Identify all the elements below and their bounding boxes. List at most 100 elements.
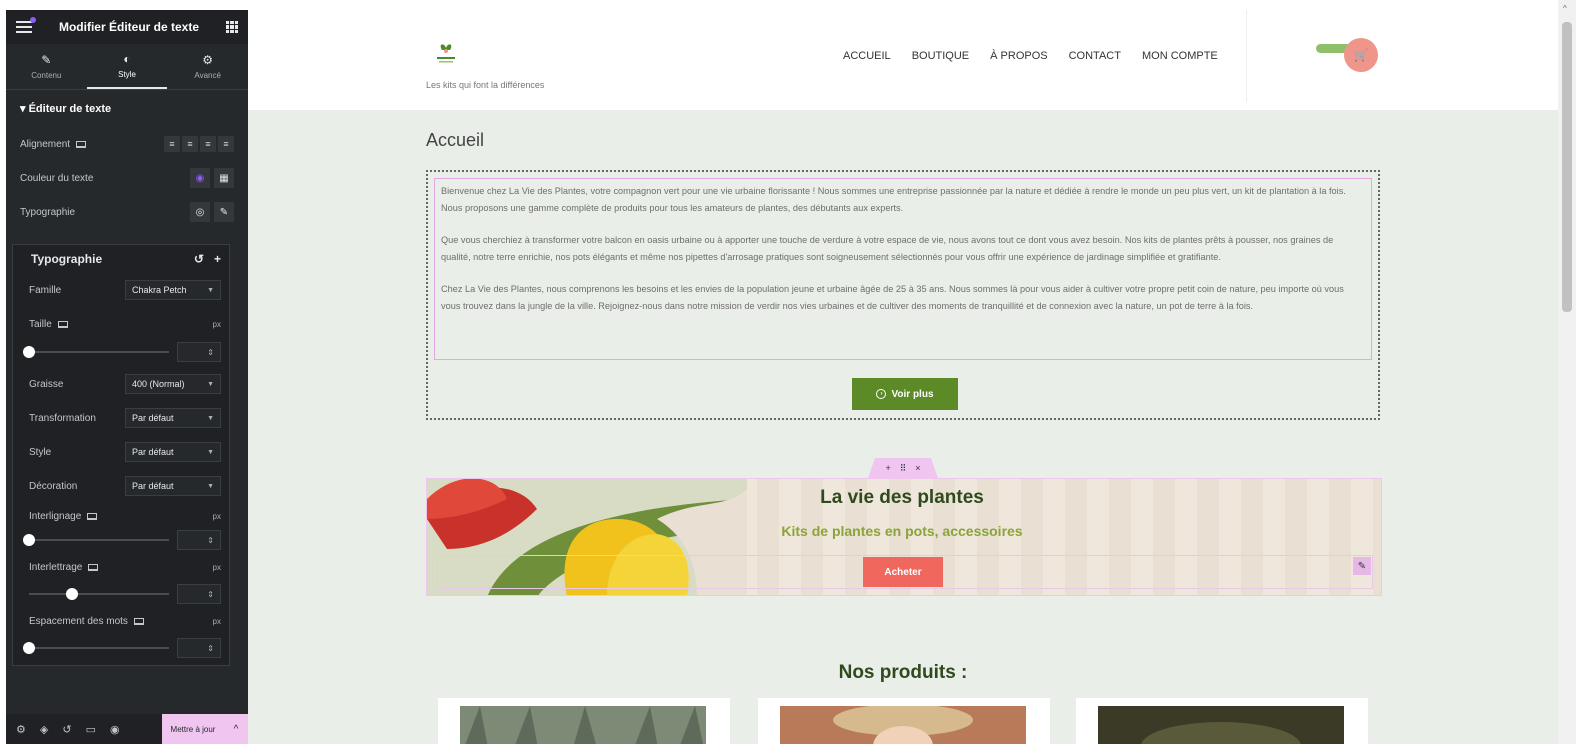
unit-selector[interactable]: px (213, 320, 221, 329)
nav-mon-compte[interactable]: MON COMPTE (1142, 50, 1218, 62)
unit-selector[interactable]: px (213, 617, 221, 626)
global-typography-icon[interactable]: ◎ (190, 202, 210, 222)
word-spacing-row: Espacement des mots px (29, 615, 221, 627)
tab-avance[interactable]: ⚙ Avancé (167, 44, 248, 89)
product-card[interactable] (438, 698, 730, 744)
section-header-editeur[interactable]: ▾ Éditeur de texte (6, 90, 248, 127)
letter-spacing-input[interactable]: ⇕ (177, 584, 221, 604)
add-section-icon[interactable]: + (885, 463, 890, 473)
tab-style[interactable]: ◐ Style (86, 44, 168, 89)
line-height-input[interactable]: ⇕ (177, 530, 221, 550)
banner-subtitle: Kits de plantes en pots, accessoires (781, 523, 1023, 539)
product-image (460, 706, 706, 744)
responsive-desktop-icon[interactable] (87, 512, 98, 520)
mission-paragraph: Chez La Vie des Plantes, nous comprenons… (441, 284, 1344, 311)
responsive-desktop-icon[interactable] (133, 617, 144, 625)
decoration-select[interactable]: Par défaut ▼ (125, 476, 221, 496)
products-title: Nos produits : (838, 662, 968, 683)
align-center-icon[interactable]: ≡ (182, 136, 198, 152)
reset-icon[interactable]: ↺ (194, 252, 204, 266)
letter-spacing-slider: ⇕ (13, 583, 229, 605)
chevron-down-icon: ▼ (207, 448, 214, 456)
layers-icon[interactable]: ◈ (40, 723, 48, 736)
product-image (780, 706, 1026, 744)
text-section[interactable]: Bienvenue chez La Vie des Plantes, votre… (426, 170, 1380, 420)
editor-title: Modifier Éditeur de texte (58, 20, 200, 34)
scroll-up-icon[interactable]: ^ (1563, 4, 1567, 13)
edit-typography-icon[interactable]: ✎ (214, 202, 234, 222)
font-weight-row: Graisse 400 (Normal) ▼ (13, 367, 229, 401)
responsive-desktop-icon[interactable] (76, 140, 87, 148)
chevron-up-icon[interactable]: ^ (224, 714, 248, 744)
acheter-button[interactable]: Acheter (863, 557, 943, 587)
chevron-down-icon: ▼ (207, 380, 214, 388)
nav-boutique[interactable]: BOUTIQUE (912, 50, 969, 62)
site-logo[interactable] (434, 40, 458, 66)
slider-handle[interactable] (23, 346, 35, 358)
line-height-slider: ⇕ (13, 529, 229, 551)
font-size-input[interactable]: ⇕ (177, 342, 221, 362)
header-divider (1246, 10, 1247, 102)
word-spacing-input[interactable]: ⇕ (177, 638, 221, 658)
alignment-control: ≡ ≡ ≡ ≡ (164, 136, 234, 152)
editor-tabs: ✎ Contenu ◐ Style ⚙ Avancé (6, 44, 248, 90)
product-card[interactable] (1076, 698, 1368, 744)
letter-spacing-row: Interlettrage px (29, 561, 221, 573)
unit-selector[interactable]: px (213, 563, 221, 572)
responsive-desktop-icon[interactable] (57, 320, 68, 328)
main-nav: ACCUEIL BOUTIQUE À PROPOS CONTACT MON CO… (843, 50, 1218, 62)
history-icon[interactable]: ↺ (62, 723, 71, 736)
voir-plus-button[interactable]: › Voir plus (852, 378, 958, 410)
line-height-row: Interlignage px (29, 510, 221, 522)
word-spacing-slider: ⇕ (13, 637, 229, 659)
align-justify-icon[interactable]: ≡ (218, 136, 234, 152)
slider-handle[interactable] (23, 642, 35, 654)
font-family-select[interactable]: Chakra Petch ▼ (125, 280, 221, 300)
page-scrollbar[interactable]: ^ (1558, 0, 1576, 744)
hero-banner[interactable]: La vie des plantes Kits de plantes en po… (426, 478, 1382, 596)
global-color-icon[interactable]: ◉ (190, 168, 210, 188)
drag-handle-icon[interactable]: ⠿ (900, 463, 907, 474)
product-card[interactable] (758, 698, 1050, 744)
align-right-icon[interactable]: ≡ (200, 136, 216, 152)
typography-row: Typographie ◎ ✎ (6, 195, 248, 229)
widgets-grid-icon[interactable] (226, 21, 238, 33)
font-style-select[interactable]: Par défaut ▼ (125, 442, 221, 462)
menu-icon[interactable] (16, 17, 36, 33)
arrow-circle-icon: › (876, 389, 887, 399)
contrast-icon: ◐ (123, 52, 131, 66)
nav-accueil[interactable]: ACCUEIL (843, 50, 891, 62)
tab-contenu[interactable]: ✎ Contenu (6, 44, 87, 89)
unit-selector[interactable]: px (213, 512, 221, 521)
intro-paragraph: Bienvenue chez La Vie des Plantes, votre… (441, 186, 1346, 213)
plus-icon[interactable]: + (214, 252, 221, 266)
slider-handle[interactable] (23, 534, 35, 546)
banner-title: La vie des plantes (820, 487, 984, 508)
responsive-desktop-icon[interactable] (88, 563, 99, 571)
color-swatch-icon[interactable]: ▦ (214, 168, 234, 188)
settings-icon[interactable]: ⚙ (16, 723, 26, 736)
responsive-mode-icon[interactable]: ▭ (86, 723, 96, 736)
products-paragraph: Que vous cherchiez à transformer votre b… (441, 235, 1334, 262)
site-header: Les kits qui font la différences ACCUEIL… (248, 10, 1558, 110)
scrollbar-thumb[interactable] (1562, 22, 1572, 312)
style-row: Style Par défaut ▼ (13, 435, 229, 469)
section-toolbar: + ⠿ × (868, 458, 938, 478)
update-button[interactable]: Mettre à jour (162, 714, 224, 744)
transform-select[interactable]: Par défaut ▼ (125, 408, 221, 428)
edit-widget-icon[interactable]: ✎ (1353, 557, 1371, 575)
nav-a-propos[interactable]: À PROPOS (990, 50, 1047, 62)
close-icon[interactable]: × (915, 463, 920, 473)
text-editor-widget[interactable]: Bienvenue chez La Vie des Plantes, votre… (434, 178, 1372, 360)
align-left-icon[interactable]: ≡ (164, 136, 180, 152)
font-family-row: Famille Chakra Petch ▼ (13, 273, 229, 307)
slider-handle[interactable] (66, 588, 78, 600)
gear-icon: ⚙ (202, 53, 214, 67)
font-weight-select[interactable]: 400 (Normal) ▼ (125, 374, 221, 394)
nav-contact[interactable]: CONTACT (1069, 50, 1121, 62)
transform-row: Transformation Par défaut ▼ (13, 401, 229, 435)
typography-popover-title: Typographie (31, 252, 103, 266)
cart-icon[interactable]: 🛒 (1344, 38, 1378, 72)
chevron-down-icon: ▼ (207, 482, 214, 490)
preview-eye-icon[interactable]: ◉ (110, 723, 120, 736)
